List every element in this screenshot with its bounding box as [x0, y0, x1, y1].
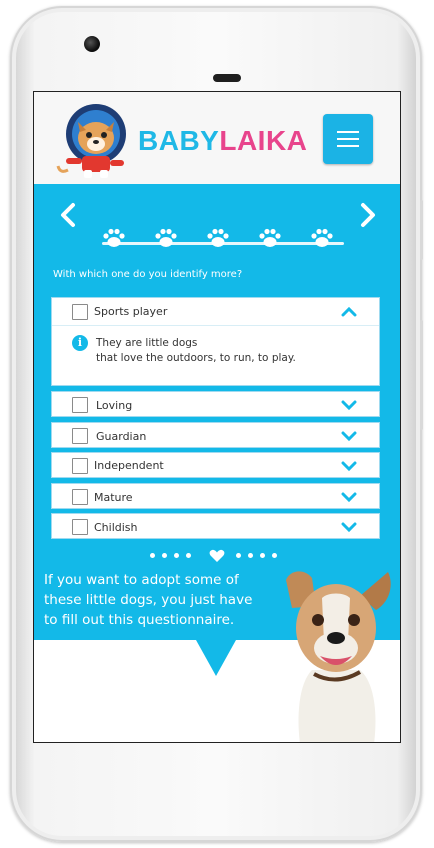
hamburger-icon — [337, 131, 359, 133]
option-header[interactable]: Sports player — [52, 298, 379, 324]
pager-dot[interactable] — [272, 553, 277, 558]
pager-dot[interactable] — [248, 553, 253, 558]
chevron-down-icon[interactable] — [341, 430, 357, 442]
pager-dot[interactable] — [236, 553, 241, 558]
brand-logo[interactable]: BABYLAIKA — [138, 125, 307, 157]
pager-dot[interactable] — [260, 553, 265, 558]
speech-bubble-tail — [196, 640, 236, 676]
app-screen: BABYLAIKA With which one do you identify… — [33, 91, 401, 743]
pager-dot[interactable] — [162, 553, 167, 558]
brand-name-part1: BABY — [138, 125, 220, 156]
option-header[interactable]: Childish — [52, 514, 379, 540]
option-header[interactable]: Mature — [52, 484, 379, 510]
hamburger-icon-bar — [337, 145, 359, 147]
paw-step-icon[interactable] — [102, 228, 126, 250]
option-header[interactable]: Guardian — [52, 423, 379, 449]
option-label: Loving — [96, 399, 133, 412]
option-checkbox[interactable] — [72, 428, 88, 444]
chevron-left-icon[interactable] — [58, 202, 78, 228]
chevron-right-icon[interactable] — [358, 202, 378, 228]
option-label: Childish — [94, 521, 138, 534]
option-checkbox[interactable] — [72, 304, 88, 320]
option-guardian[interactable]: Guardian — [51, 422, 380, 448]
option-divider — [52, 325, 379, 326]
chevron-down-icon[interactable] — [341, 399, 357, 411]
option-childish[interactable]: Childish — [51, 513, 380, 539]
option-mature[interactable]: Mature — [51, 483, 380, 509]
option-label: Independent — [94, 459, 164, 472]
chevron-down-icon[interactable] — [341, 460, 357, 472]
chevron-down-icon[interactable] — [341, 491, 357, 503]
adopt-message: If you want to adopt some of these littl… — [44, 572, 253, 628]
side-button — [420, 320, 423, 430]
question-text: With which one do you identify more? — [53, 269, 243, 280]
page-indicator — [150, 549, 290, 563]
chevron-down-icon[interactable] — [341, 521, 357, 533]
option-checkbox[interactable] — [72, 489, 88, 505]
paw-step-icon[interactable] — [258, 228, 282, 250]
app-header: BABYLAIKA — [34, 92, 400, 184]
option-info-line: They are little dogs — [96, 337, 198, 349]
dog-photo — [286, 571, 391, 742]
option-label: Mature — [94, 491, 133, 504]
option-sports-player[interactable]: Sports player i They are little dogs tha… — [51, 297, 380, 386]
option-label: Sports player — [94, 305, 168, 318]
paw-step-icon[interactable] — [206, 228, 230, 250]
chevron-up-icon[interactable] — [341, 305, 357, 317]
menu-button[interactable] — [323, 114, 373, 164]
pager-dot[interactable] — [150, 553, 155, 558]
hamburger-icon-bar — [337, 138, 359, 140]
option-header[interactable]: Independent — [52, 453, 379, 479]
pager-dot[interactable] — [186, 553, 191, 558]
option-independent[interactable]: Independent — [51, 452, 380, 478]
paw-step-icon[interactable] — [310, 228, 334, 250]
option-info-line: that love the outdoors, to run, to play. — [96, 352, 296, 364]
brand-name-part2: LAIKA — [219, 125, 308, 156]
option-loving[interactable]: Loving — [51, 391, 380, 417]
option-info-text: They are little dogs that love the outdo… — [96, 336, 296, 366]
option-label: Guardian — [96, 430, 147, 443]
option-checkbox[interactable] — [72, 397, 88, 413]
side-button — [420, 200, 423, 260]
camera — [84, 36, 100, 52]
info-icon: i — [72, 335, 88, 351]
pager-dot[interactable] — [174, 553, 179, 558]
paw-step-icon[interactable] — [154, 228, 178, 250]
heart-icon[interactable] — [209, 549, 225, 563]
speaker — [213, 74, 241, 82]
option-header[interactable]: Loving — [52, 392, 379, 418]
logo-dog-astronaut-icon — [56, 104, 126, 178]
option-checkbox[interactable] — [72, 458, 88, 474]
option-checkbox[interactable] — [72, 519, 88, 535]
